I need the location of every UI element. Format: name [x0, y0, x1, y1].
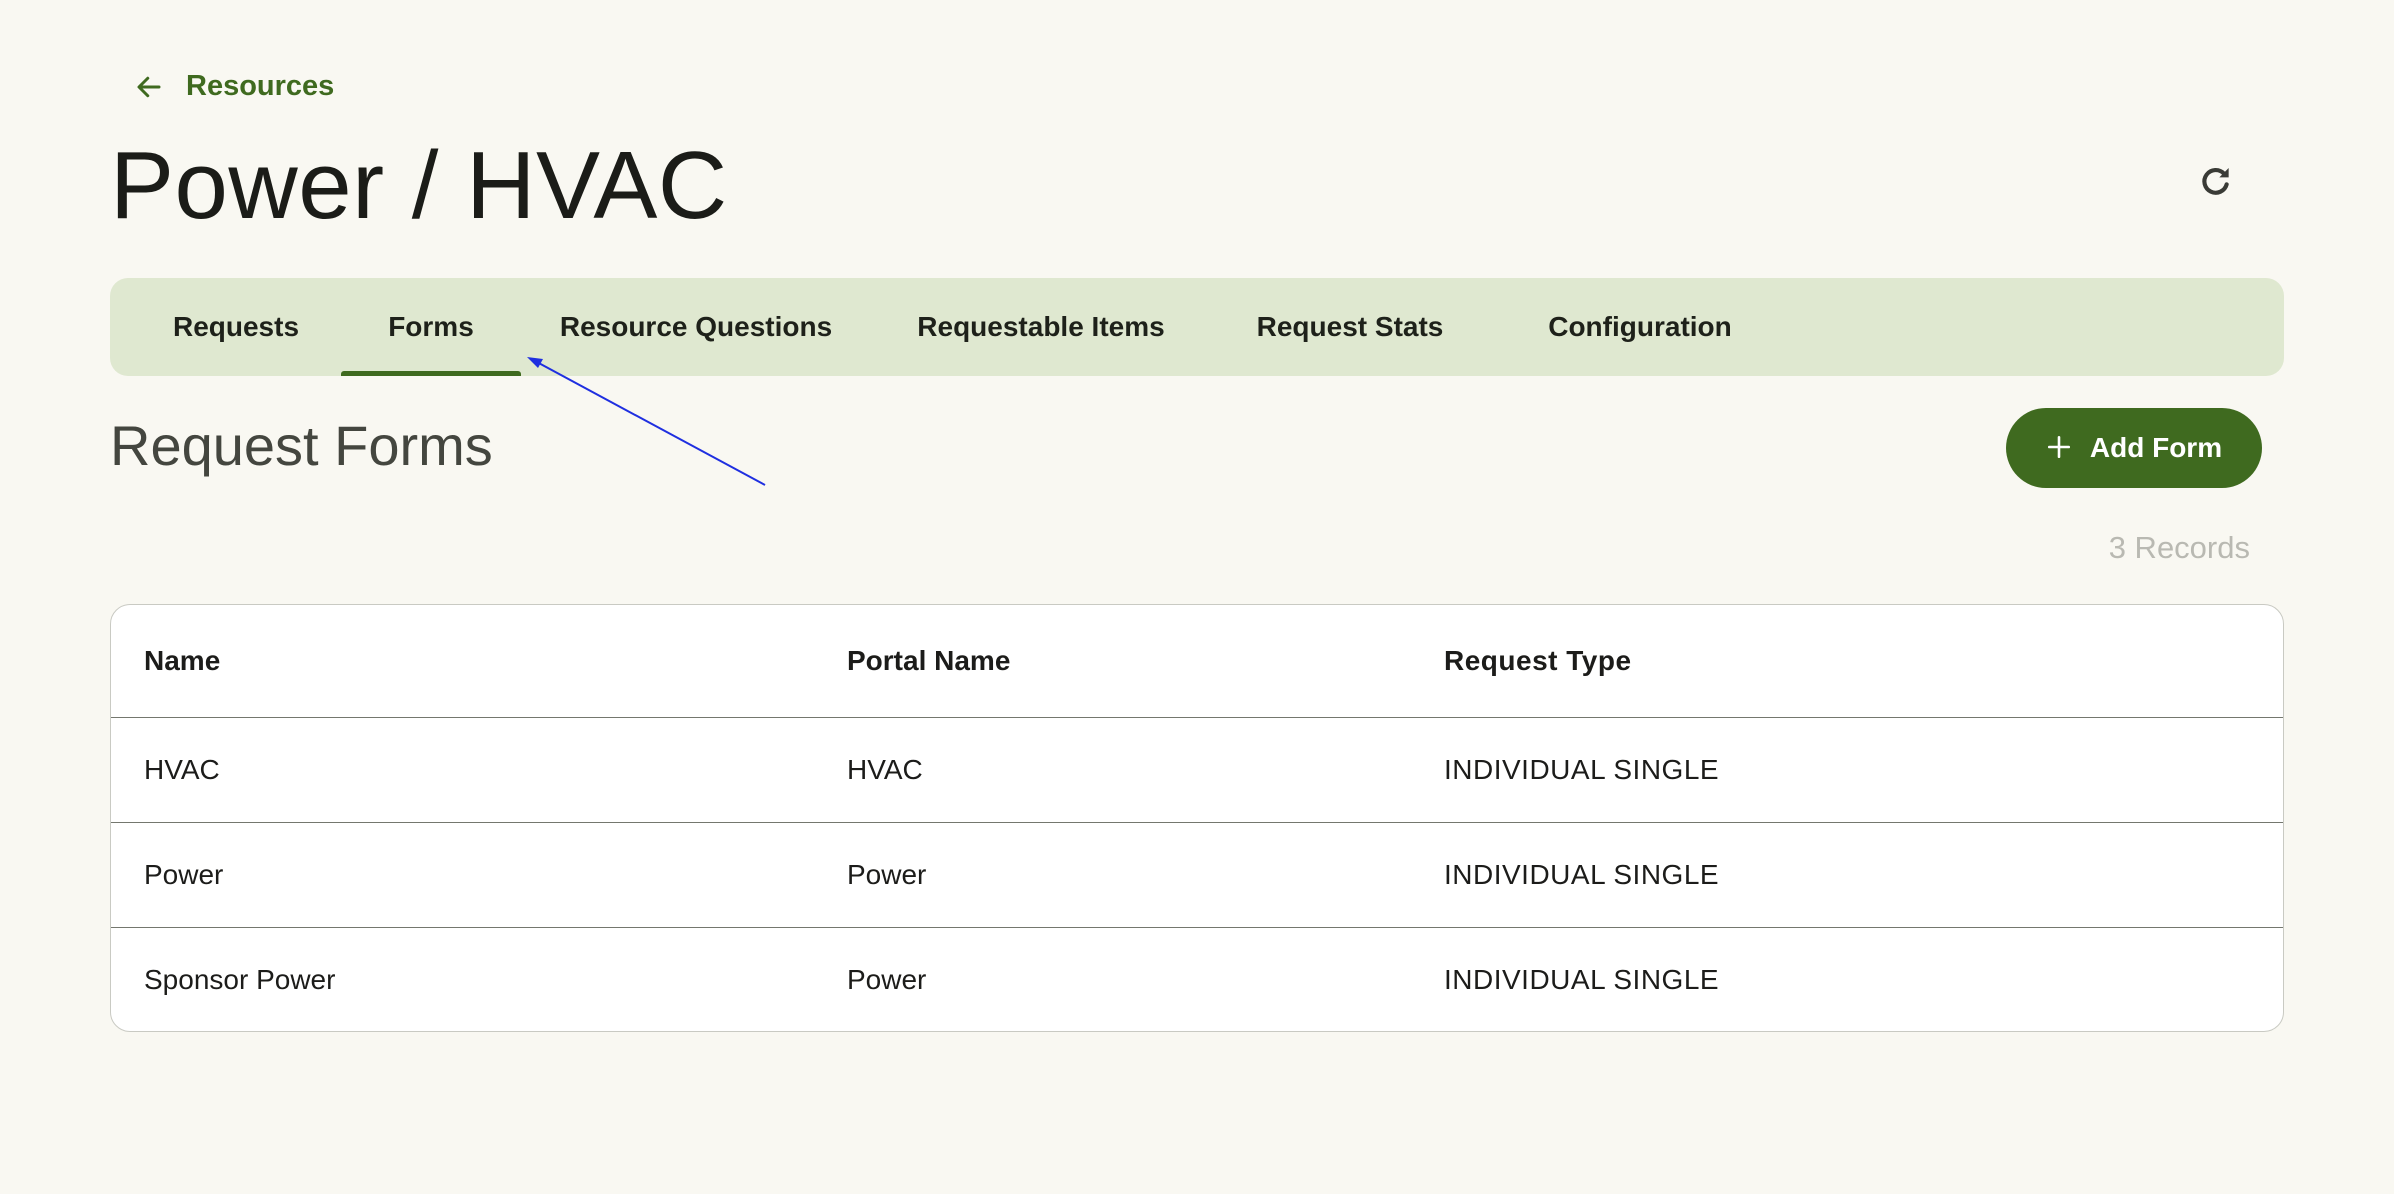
table-row[interactable]: Sponsor Power Power INDIVIDUAL SINGLE [111, 928, 2283, 1031]
forms-table: Name Portal Name Request Type HVAC HVAC … [110, 604, 2284, 1032]
column-header-portal-name[interactable]: Portal Name [847, 605, 1010, 717]
cell-request-type: INDIVIDUAL SINGLE [1444, 754, 1720, 785]
tab-configuration[interactable]: Configuration [1520, 278, 1760, 376]
arrow-left-icon [134, 72, 164, 102]
cell-request-type: INDIVIDUAL SINGLE [1444, 964, 1720, 995]
column-header-name[interactable]: Name [144, 605, 220, 717]
cell-portal-name: HVAC [847, 754, 923, 785]
table-row[interactable]: Power Power INDIVIDUAL SINGLE [111, 823, 2283, 928]
add-form-button[interactable]: Add Form [2006, 408, 2262, 488]
section-title: Request Forms [110, 414, 493, 477]
cell-request-type: INDIVIDUAL SINGLE [1444, 859, 1720, 890]
tab-requestable-items[interactable]: Requestable Items [911, 278, 1171, 376]
table-header-row: Name Portal Name Request Type [111, 605, 2283, 718]
cell-name: Sponsor Power [144, 964, 336, 995]
tab-request-stats[interactable]: Request Stats [1240, 278, 1460, 376]
column-header-request-type[interactable]: Request Type [1444, 605, 1632, 717]
refresh-button[interactable] [2196, 162, 2236, 202]
back-link-label: Resources [186, 70, 335, 102]
records-count: 3 Records [2108, 530, 2250, 565]
refresh-icon [2196, 168, 2236, 206]
cell-portal-name: Power [847, 859, 927, 890]
cell-name: Power [144, 859, 224, 890]
add-form-label: Add Form [2089, 432, 2223, 463]
page-title: Power / HVAC [110, 132, 728, 239]
tab-forms[interactable]: Forms [341, 278, 521, 376]
cell-portal-name: Power [847, 964, 927, 995]
tab-resource-questions[interactable]: Resource Questions [556, 278, 836, 376]
cell-name: HVAC [144, 754, 220, 785]
table-row[interactable]: HVAC HVAC INDIVIDUAL SINGLE [111, 718, 2283, 823]
tab-requests[interactable]: Requests [164, 278, 308, 376]
back-to-resources-link[interactable]: Resources [134, 70, 334, 103]
plus-icon [2046, 429, 2072, 467]
tab-bar: Requests Forms Resource Questions Reques… [110, 278, 2284, 376]
